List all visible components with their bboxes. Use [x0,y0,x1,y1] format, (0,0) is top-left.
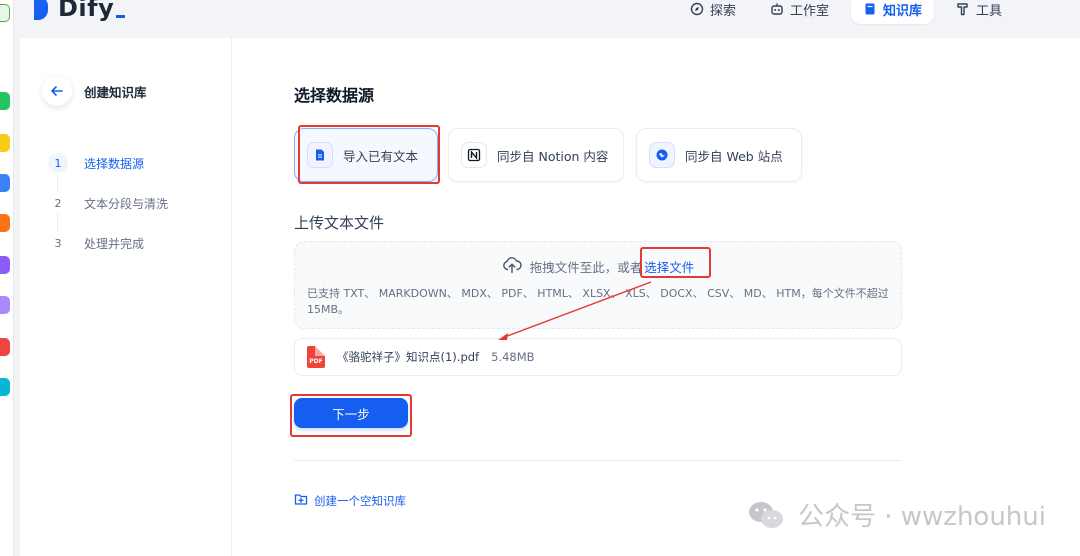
app-icon-8[interactable] [0,338,10,356]
source-notion-label: 同步自 Notion 内容 [497,148,609,164]
step-label: 选择数据源 [84,156,145,171]
supported-formats-text: 已支持 TXT、 MARKDOWN、 MDX、 PDF、 HTML、 XLSX、… [307,287,889,316]
file-dropzone[interactable]: 拖拽文件至此，或者 选择文件 已支持 TXT、 MARKDOWN、 MDX、 PD… [294,241,902,329]
source-import-text-label: 导入已有文本 [343,148,419,164]
step-label: 文本分段与清洗 [84,196,169,211]
nav-explore-label: 探索 [709,3,736,19]
data-source-options: 导入已有文本 同步自 Notion 内容 同步自 Web 站点 [294,128,802,182]
main-nav: 探索 工作室 知识库 工具 [678,0,1014,24]
divider [294,460,902,461]
step-list: 1 选择数据源 2 文本分段与清洗 3 处理并完成 [48,152,168,272]
watermark: 公众号 · wwzhouhui [746,496,1046,533]
robot-icon [770,2,784,16]
step-connector [57,174,58,192]
app-strip [0,0,14,556]
create-empty-kb-label: 创建一个空知识库 [314,493,406,508]
watermark-text: 公众号 · wwzhouhui [797,502,1046,532]
nav-tools-label: 工具 [975,3,1002,19]
source-import-text[interactable]: 导入已有文本 [294,128,438,182]
app-icon-6[interactable] [0,256,10,274]
next-step-button[interactable]: 下一步 [294,398,408,428]
pdf-file-icon: PDF [307,346,325,368]
web-icon [649,142,675,168]
top-bar: Dify 探索 工作室 知识库 工具 [14,0,1080,38]
drop-text: 拖拽文件至此，或者 [529,260,643,275]
upload-title: 上传文本文件 [294,214,385,232]
app-icon-4[interactable] [0,174,10,192]
step-number: 2 [54,196,62,210]
back-button[interactable] [42,76,72,106]
step-process-complete: 3 处理并完成 [48,232,168,254]
book-icon [863,2,877,16]
section-title: 选择数据源 [294,86,375,105]
nav-studio-label: 工作室 [789,3,829,19]
nav-tools[interactable]: 工具 [944,0,1014,24]
app-icon-7[interactable] [0,296,10,314]
source-web-label: 同步自 Web 站点 [685,148,783,164]
app-icon-3[interactable] [0,134,10,152]
app-icon-9[interactable] [0,378,10,396]
notion-icon [461,142,487,168]
dify-logo[interactable]: Dify [34,0,126,22]
create-kb-title: 创建知识库 [84,84,147,100]
source-web[interactable]: 同步自 Web 站点 [636,128,802,182]
step-number: 3 [54,236,62,250]
app-icon-1[interactable] [0,4,10,22]
source-notion[interactable]: 同步自 Notion 内容 [448,128,624,182]
logo-underscore [116,14,126,18]
upload-cloud-icon [502,256,522,277]
compass-icon [690,2,704,16]
app-icon-5[interactable] [0,214,10,232]
file-size: 5.48MB [491,350,535,364]
step-segment-clean: 2 文本分段与清洗 [48,192,169,232]
step-number: 1 [48,153,68,173]
back-row: 创建知识库 [42,76,147,106]
hammer-icon [956,2,970,16]
nav-knowledge-label: 知识库 [882,3,922,19]
step-select-source: 1 选择数据源 [48,152,168,192]
uploaded-file-item[interactable]: PDF 《骆驼祥子》知识点(1).pdf 5.48MB [294,338,902,376]
nav-knowledge[interactable]: 知识库 [850,0,934,24]
file-name: 《骆驼祥子》知识点(1).pdf [337,350,480,364]
logo-mark [34,0,48,20]
arrow-left-icon [51,86,63,96]
logo-text: Dify [58,0,115,22]
step-connector [57,214,58,232]
drop-line: 拖拽文件至此，或者 选择文件 [295,256,901,277]
main-panel: 创建知识库 1 选择数据源 2 文本分段与清洗 3 处理并完成 选择数据源 导入… [20,38,1080,556]
steps-sidebar: 创建知识库 1 选择数据源 2 文本分段与清洗 3 处理并完成 [20,38,232,556]
file-text-icon [307,142,333,168]
app-icon-2[interactable] [0,92,10,110]
create-empty-kb-link[interactable]: 创建一个空知识库 [294,492,406,509]
select-file-link[interactable]: 选择文件 [644,257,694,276]
step-label: 处理并完成 [84,236,145,251]
wechat-icon [748,501,783,528]
nav-studio[interactable]: 工作室 [758,0,841,24]
folder-plus-icon [294,492,308,509]
nav-explore[interactable]: 探索 [678,0,748,24]
